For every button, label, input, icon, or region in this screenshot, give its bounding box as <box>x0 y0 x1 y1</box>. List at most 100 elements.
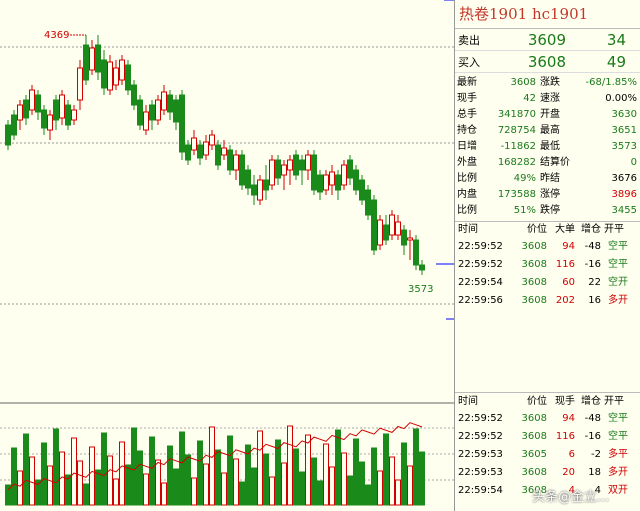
tick-row[interactable]: 22:59:53 3605 6 -2 多平 <box>455 446 640 464</box>
volume-bar <box>131 427 137 506</box>
stat-row: 总手 341870 开盘 3630 <box>455 107 640 123</box>
tick-row[interactable]: 22:59:54 3608 60 22 空开 <box>455 274 640 292</box>
volume-bar <box>389 456 395 506</box>
stat-value: 3608 <box>510 77 536 88</box>
candle-body <box>131 84 137 106</box>
candle-body <box>323 174 329 191</box>
candle-body <box>263 179 269 191</box>
stat-value: 341870 <box>497 109 536 120</box>
stat-value: 173588 <box>497 189 536 200</box>
tick-change: -48 <box>584 241 601 252</box>
volume-bar <box>11 447 17 506</box>
stat-row: 日增 -11862 最低 3573 <box>455 139 640 155</box>
stat-value: -11862 <box>500 141 536 152</box>
tick-row[interactable]: 22:59:52 3608 94 -48 空平 <box>455 410 640 428</box>
candle-body <box>137 99 143 126</box>
tick-row[interactable]: 22:59:56 3608 202 16 多开 <box>455 292 640 310</box>
stat-value: 3573 <box>611 141 637 152</box>
stat-label: 涨停 <box>540 189 560 200</box>
volume-bar <box>119 441 125 506</box>
tick-col-header: 开平 <box>604 396 624 407</box>
stat-label: 总手 <box>457 109 477 120</box>
volume-bar <box>311 457 317 506</box>
candle-body <box>221 147 227 156</box>
candle-body <box>251 184 257 196</box>
stat-value: 42 <box>523 93 536 104</box>
sell-row[interactable]: 卖出 3609 34 <box>455 29 640 51</box>
tick-list-top[interactable]: 22:59:52 3608 94 -48 空平 22:59:52 3608 116 -16 空平 2… <box>455 238 640 310</box>
stat-label: 开盘 <box>540 109 560 120</box>
candle-body <box>65 104 71 126</box>
tick-price: 3608 <box>521 277 547 288</box>
tick-row[interactable]: 22:59:52 3608 116 -16 空平 <box>455 428 640 446</box>
candle-body <box>101 59 107 89</box>
volume-bar <box>215 449 221 506</box>
tick-change: -48 <box>584 413 601 424</box>
candle-body <box>197 144 203 159</box>
candle-body <box>47 114 53 131</box>
stat-row: 比例 51% 跌停 3455 <box>455 203 640 219</box>
volume-bar <box>413 428 419 506</box>
candle-body <box>317 174 323 193</box>
candle-body <box>179 94 185 153</box>
volume-bar <box>383 433 389 506</box>
candle-body <box>215 144 221 166</box>
volume-bar <box>95 469 101 506</box>
candle-body <box>311 154 317 191</box>
candle-body <box>371 199 377 251</box>
tick-row[interactable]: 22:59:53 3608 20 18 多开 <box>455 464 640 482</box>
stat-value: -68/1.85% <box>585 77 637 88</box>
tick-row[interactable]: 22:59:52 3608 94 -48 空平 <box>455 238 640 256</box>
volume-bar <box>209 426 215 506</box>
tick-change: -16 <box>584 259 601 270</box>
stat-label: 比例 <box>457 205 477 216</box>
stat-label: 日增 <box>457 141 477 152</box>
stat-row: 持仓 728754 最高 3651 <box>455 123 640 139</box>
volume-bar <box>257 430 263 506</box>
volume-bar <box>89 446 95 506</box>
candle-body <box>353 169 359 191</box>
volume-bar <box>227 435 233 506</box>
buy-row[interactable]: 买入 3608 49 <box>455 51 640 73</box>
contract-title: 热卷1901 hc1901 <box>455 0 640 29</box>
stat-label: 外盘 <box>457 157 477 168</box>
candle-body <box>335 174 341 191</box>
tick-time: 22:59:53 <box>458 467 503 478</box>
stat-value: 49% <box>513 173 536 184</box>
tick-volume: 116 <box>555 259 575 270</box>
candle-body <box>257 179 263 201</box>
kline-chart[interactable]: 4369 3573 <box>0 0 454 511</box>
volume-bar <box>155 459 161 506</box>
buy-volume: 49 <box>606 52 626 71</box>
tick-volume: 20 <box>562 467 575 478</box>
tick-time: 22:59:54 <box>458 485 503 496</box>
tick-row[interactable]: 22:59:52 3608 116 -16 空平 <box>455 256 640 274</box>
candle-body <box>287 159 293 171</box>
volume-bar <box>47 465 53 506</box>
tick-time: 22:59:54 <box>458 277 503 288</box>
candle-body <box>395 221 401 236</box>
candle-body <box>305 154 311 171</box>
volume-bar <box>197 440 203 506</box>
volume-bar <box>419 451 425 506</box>
volume-bar <box>23 433 29 506</box>
tick-price: 3608 <box>521 431 547 442</box>
volume-bar <box>305 434 311 506</box>
tick-price: 3608 <box>521 259 547 270</box>
volume-bar <box>329 466 335 506</box>
candle-body <box>149 104 155 121</box>
tick-col-header: 时间 <box>458 224 478 235</box>
candle-body <box>95 44 101 73</box>
tick-time: 22:59:52 <box>458 259 503 270</box>
candle-body <box>293 154 299 176</box>
tick-change: 18 <box>588 467 601 478</box>
tick-type: 多平 <box>608 449 628 460</box>
volume-bar <box>317 480 323 506</box>
tick-type: 空开 <box>608 277 628 288</box>
tick-header-bottom: 时间 价位 现手 增仓 开平 <box>455 394 640 410</box>
watermark: 头条@金立... <box>532 490 610 505</box>
sell-volume: 34 <box>606 30 626 49</box>
volume-bar <box>77 460 83 506</box>
candle-body <box>107 61 113 91</box>
candle-body <box>161 91 167 111</box>
